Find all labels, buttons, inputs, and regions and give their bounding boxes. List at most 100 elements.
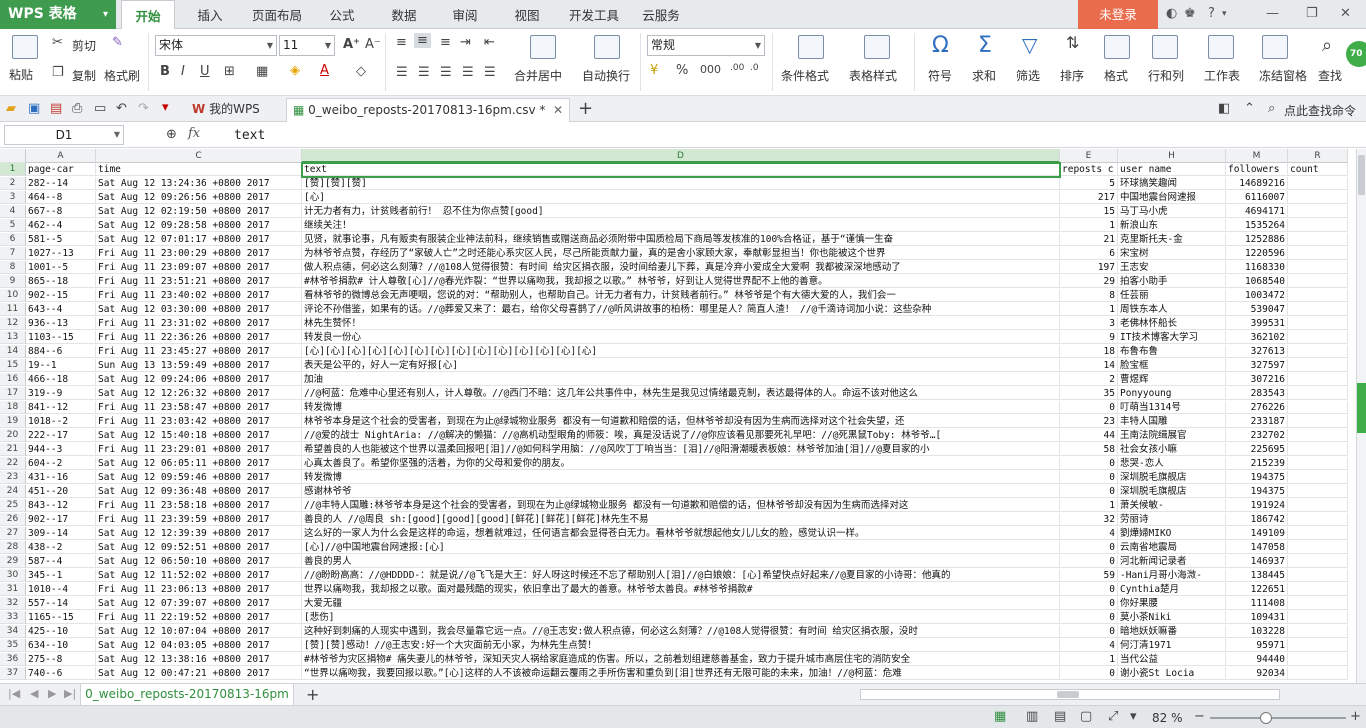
- pdf-icon[interactable]: ▤: [50, 101, 62, 116]
- table-cell[interactable]: 心真太善良了。希望你坚强的活着，为你的父母和爱你的朋友。: [302, 457, 1060, 470]
- table-cell[interactable]: followers: [1226, 163, 1288, 176]
- command-search-input[interactable]: 点此查找命令: [1284, 102, 1356, 119]
- table-cell[interactable]: 1252886: [1226, 233, 1288, 246]
- row-header[interactable]: 32: [0, 597, 26, 610]
- border-icon[interactable]: ⊞: [224, 64, 235, 79]
- table-cell[interactable]: 劳丽诗: [1118, 513, 1226, 526]
- skin-icon[interactable]: ◐: [1166, 6, 1177, 21]
- column-header-H[interactable]: H: [1118, 149, 1226, 163]
- table-cell[interactable]: 319--9: [26, 387, 96, 400]
- table-cell[interactable]: Sat Aug 12 12:39:39 +0800 2017: [96, 527, 302, 540]
- row-header[interactable]: 2: [0, 177, 26, 190]
- fill-color-icon[interactable]: ◈: [290, 63, 300, 78]
- table-cell[interactable]: 843--12: [26, 499, 96, 512]
- row-header[interactable]: 36: [0, 653, 26, 666]
- table-cell[interactable]: IT技术博客大学习: [1118, 331, 1226, 344]
- table-cell[interactable]: Fri Aug 11 22:36:26 +0800 2017: [96, 331, 302, 344]
- row-header[interactable]: 9: [0, 275, 26, 288]
- table-cell[interactable]: 557--14: [26, 597, 96, 610]
- table-cell[interactable]: -Hani月哥小海溦-: [1118, 569, 1226, 582]
- table-cell[interactable]: [赞][赞]感动！//@王志安:好一个大灾面前无小家，为林先生点赞！: [302, 639, 1060, 652]
- copy-button[interactable]: 复制: [72, 67, 96, 84]
- table-cell[interactable]: //@爱的战士 NightAria: //@解决的懒猫：//@高机动型眼角的师筱…: [302, 429, 1060, 442]
- table-cell[interactable]: 109431: [1226, 611, 1288, 624]
- table-cell[interactable]: 59: [1060, 569, 1118, 582]
- table-cell[interactable]: 23: [1060, 415, 1118, 428]
- table-cell[interactable]: [1288, 359, 1348, 372]
- fullscreen-icon[interactable]: ⤢: [1108, 709, 1118, 724]
- row-header[interactable]: 12: [0, 317, 26, 330]
- table-cell[interactable]: 225695: [1226, 443, 1288, 456]
- select-all-corner[interactable]: [0, 149, 26, 163]
- table-cell[interactable]: [1288, 205, 1348, 218]
- table-cell[interactable]: 曹煜辉: [1118, 373, 1226, 386]
- table-cell[interactable]: Sat Aug 12 15:40:18 +0800 2017: [96, 429, 302, 442]
- last-sheet-icon[interactable]: ▶|: [64, 687, 76, 700]
- row-header[interactable]: 11: [0, 303, 26, 316]
- table-cell[interactable]: 马丁马小虎: [1118, 205, 1226, 218]
- table-cell[interactable]: Cynthia楚月: [1118, 583, 1226, 596]
- table-cell[interactable]: 282--14: [26, 177, 96, 190]
- table-cell[interactable]: 林爷爷本身是这个社会的受害者，到现在为止@绿城物业服务 都没有一句道歉和赔偿的话…: [302, 415, 1060, 428]
- table-cell[interactable]: Sun Aug 13 13:59:49 +0800 2017: [96, 359, 302, 372]
- horizontal-scrollbar[interactable]: [860, 689, 1280, 700]
- prev-sheet-icon[interactable]: ◀: [30, 687, 38, 700]
- table-cell[interactable]: 河北新闻记录者: [1118, 555, 1226, 568]
- table-cell[interactable]: [1288, 471, 1348, 484]
- table-cell[interactable]: 林先生赞怀！: [302, 317, 1060, 330]
- table-cell[interactable]: 1103--15: [26, 331, 96, 344]
- table-cell[interactable]: 149109: [1226, 527, 1288, 540]
- decrease-decimal-icon[interactable]: .0: [750, 63, 759, 73]
- table-cell[interactable]: 善良的人 //@周良 sh:[good][good][good][鲜花][鲜花]…: [302, 513, 1060, 526]
- table-cell[interactable]: 4: [1060, 639, 1118, 652]
- table-cell[interactable]: 44: [1060, 429, 1118, 442]
- table-cell[interactable]: Sat Aug 12 09:28:58 +0800 2017: [96, 219, 302, 232]
- table-cell[interactable]: [1288, 429, 1348, 442]
- sidebar-icon[interactable]: ◧: [1218, 101, 1230, 116]
- table-cell[interactable]: Sat Aug 12 13:38:16 +0800 2017: [96, 653, 302, 666]
- next-sheet-icon[interactable]: ▶: [48, 687, 56, 700]
- table-cell[interactable]: 146937: [1226, 555, 1288, 568]
- table-cell[interactable]: Sat Aug 12 13:24:36 +0800 2017: [96, 177, 302, 190]
- table-cell[interactable]: user name: [1118, 163, 1226, 176]
- table-cell[interactable]: 1001--5: [26, 261, 96, 274]
- zoom-icon[interactable]: ⊕: [166, 127, 177, 142]
- table-cell[interactable]: 186742: [1226, 513, 1288, 526]
- table-cell[interactable]: 425--10: [26, 625, 96, 638]
- table-cell[interactable]: 865--18: [26, 275, 96, 288]
- column-header-A[interactable]: A: [26, 149, 96, 163]
- row-header[interactable]: 37: [0, 667, 26, 680]
- table-cell[interactable]: [1288, 401, 1348, 414]
- row-header[interactable]: 22: [0, 457, 26, 470]
- row-header[interactable]: 25: [0, 499, 26, 512]
- help-icon[interactable]: ?: [1208, 6, 1215, 21]
- table-cell[interactable]: 451--20: [26, 485, 96, 498]
- table-cell[interactable]: [1288, 555, 1348, 568]
- sort-button[interactable]: 排序: [1060, 67, 1084, 84]
- table-cell[interactable]: 14: [1060, 359, 1118, 372]
- table-cell[interactable]: 克里斯托夫-金: [1118, 233, 1226, 246]
- table-cell[interactable]: 581--5: [26, 233, 96, 246]
- sheet-tab[interactable]: 0_weibo_reposts-20170813-16pm: [80, 684, 294, 706]
- table-cell[interactable]: [1288, 499, 1348, 512]
- underline-icon[interactable]: U: [200, 64, 210, 79]
- table-cell[interactable]: #林爷爷捐款# 计人尊敬[心]//@春光炸裂：“世界以痛吻我，我却报之以歌。” …: [302, 275, 1060, 288]
- table-cell[interactable]: reposts c: [1060, 163, 1118, 176]
- table-cell[interactable]: [1288, 219, 1348, 232]
- table-cell[interactable]: 做人积点德，何必这么刻薄？//@108人觉得很赞：有时间 给灾区捐衣服，没时间给…: [302, 261, 1060, 274]
- table-cell[interactable]: [1288, 261, 1348, 274]
- table-cell[interactable]: 0: [1060, 667, 1118, 680]
- table-cell[interactable]: 9: [1060, 331, 1118, 344]
- table-cell[interactable]: 539047: [1226, 303, 1288, 316]
- row-header[interactable]: 18: [0, 401, 26, 414]
- table-cell[interactable]: 1003472: [1226, 289, 1288, 302]
- chevron-down-icon[interactable]: ▾: [1130, 709, 1137, 724]
- tab-home[interactable]: 开始: [121, 0, 175, 30]
- table-cell[interactable]: 深圳脱毛旗舰店: [1118, 485, 1226, 498]
- tab-formula[interactable]: 公式: [320, 0, 364, 29]
- currency-icon[interactable]: ¥: [650, 63, 658, 78]
- table-cell[interactable]: 587--4: [26, 555, 96, 568]
- table-cell[interactable]: Fri Aug 11 23:45:27 +0800 2017: [96, 345, 302, 358]
- tab-developer[interactable]: 开发工具: [562, 0, 626, 29]
- row-header[interactable]: 15: [0, 359, 26, 372]
